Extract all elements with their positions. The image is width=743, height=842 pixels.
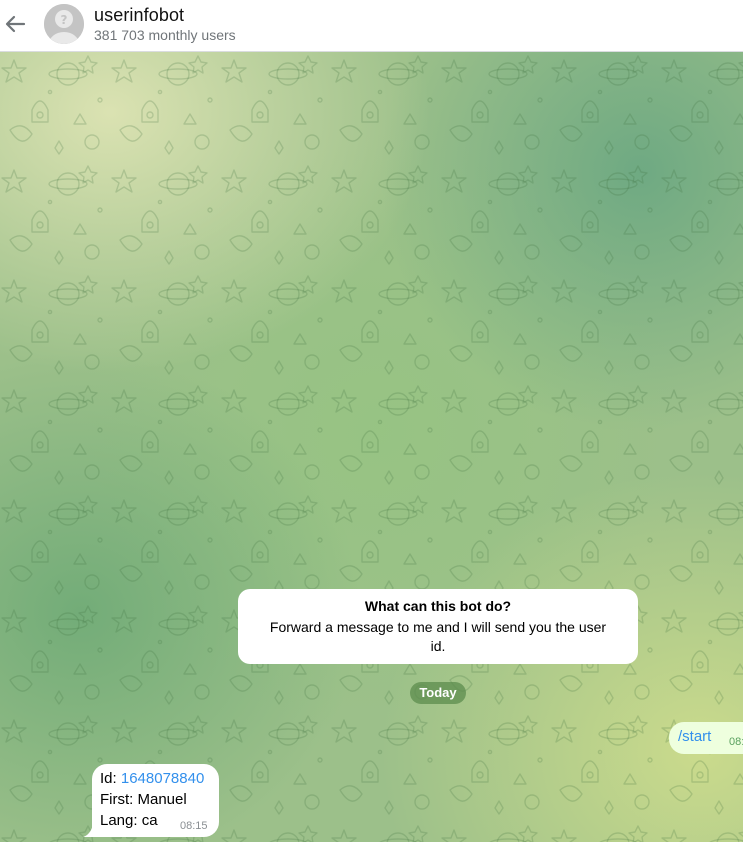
background-pattern [0,52,743,842]
bubble-tail-icon [83,825,93,837]
user-id-value[interactable]: 1648078840 [121,770,204,787]
chat-title[interactable]: userinfobot [94,5,184,26]
user-id-label: Id: [100,770,121,787]
message-time: 08:15 [180,820,208,832]
bot-info-description: Forward a message to me and I will send … [269,619,607,654]
message-list[interactable]: What can this bot do? Forward a message … [0,52,743,842]
incoming-message[interactable]: Id: 1648078840 First: Manuel Lang: ca 08… [83,764,219,837]
back-button[interactable] [2,10,30,38]
avatar[interactable]: ? [44,4,84,44]
chat-window: ? userinfobot 381 703 monthly users What… [0,0,743,842]
arrow-left-icon [5,15,26,33]
bot-info-card: What can this bot do? Forward a message … [238,589,638,664]
first-name-line: First: Manuel [100,791,187,808]
message-time: 08:15 [729,736,743,748]
svg-text:?: ? [61,13,68,27]
date-separator: Today [410,682,466,704]
bot-info-title: What can this bot do? [364,598,512,614]
user-id-line: Id: 1648078840 [100,770,204,787]
question-mark-icon: ? [44,4,84,44]
language-line: Lang: ca [100,812,158,829]
chat-subtitle: 381 703 monthly users [94,27,236,43]
chat-header: ? userinfobot 381 703 monthly users [0,0,743,52]
start-command-link[interactable]: /start [678,728,711,745]
outgoing-message[interactable]: /start 08:15 [669,722,743,754]
